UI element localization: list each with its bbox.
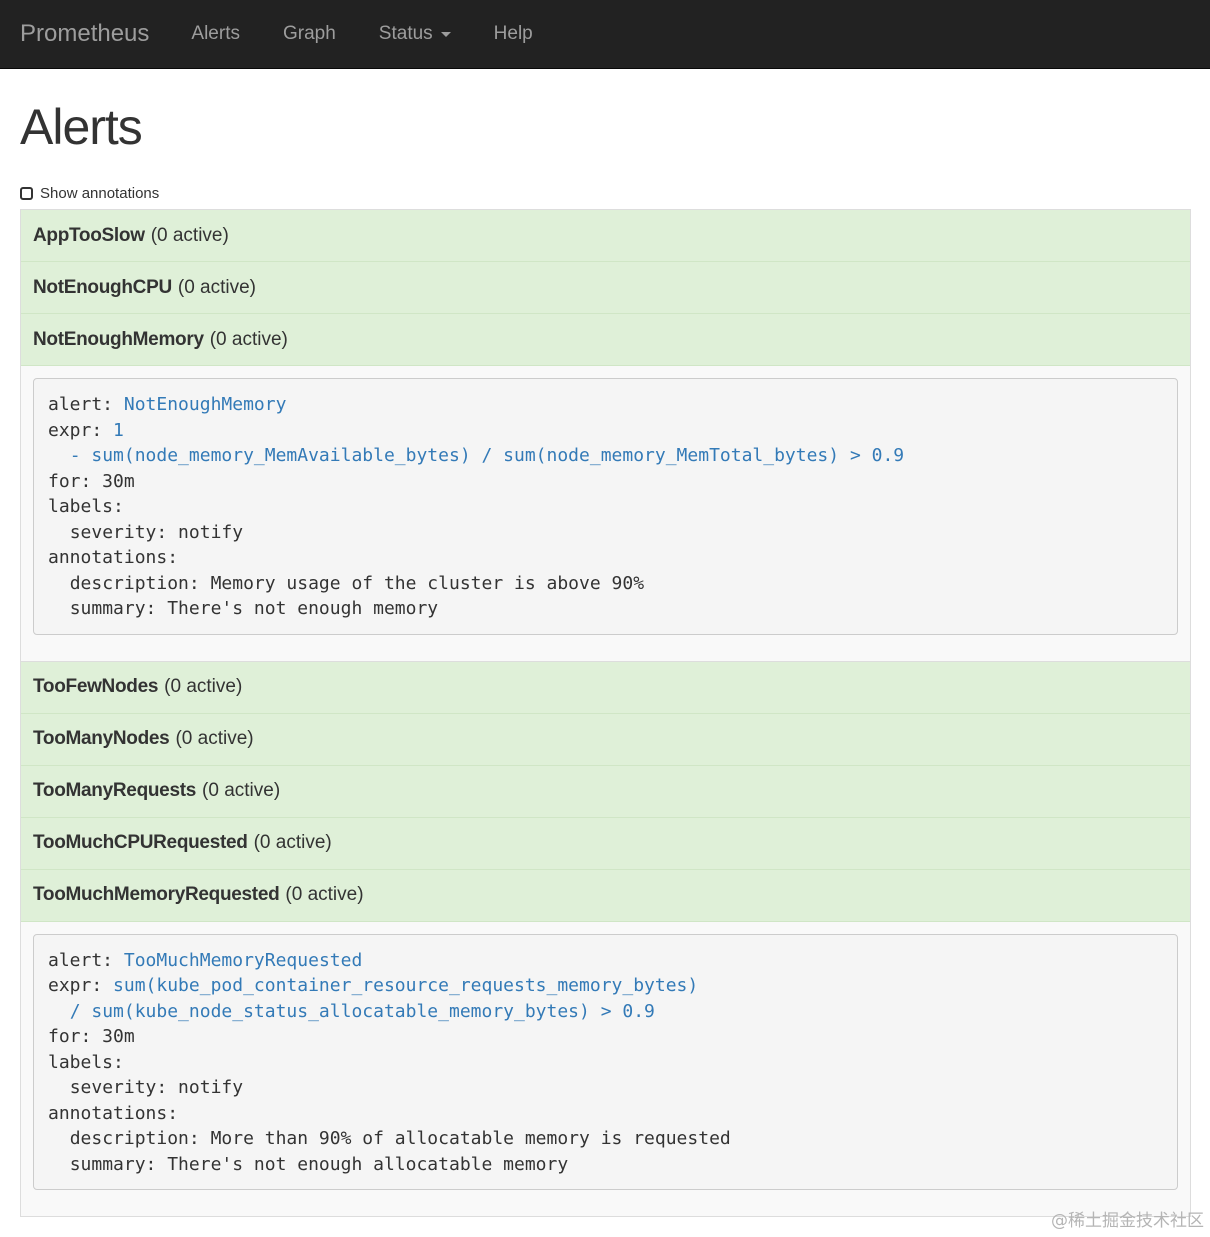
alert-status: (0 active) [164,676,243,697]
alert-name: NotEnoughCPU [33,276,172,298]
alert-name: TooMuchCPURequested [33,832,248,853]
alert-name: TooFewNodes [33,676,159,697]
rule-annotations: annotations: [48,1102,179,1124]
rule-definition: alert: TooMuchMemoryRequested expr: sum(… [33,933,1178,1190]
alert-status: (0 active) [150,224,229,246]
rule-summary: summary: There's not enough allocatable … [69,1153,569,1175]
rule-expr-link-2[interactable]: / sum(kube_node_status_allocatable_memor… [70,1001,655,1022]
nav-status-dropdown[interactable]: Status [379,23,451,45]
rule-annotations: annotations: [48,547,179,568]
alert-name: TooManyNodes [33,728,170,749]
page-title: Alerts [20,99,143,155]
alerts-table: AppTooSlow (0 active) NotEnoughCPU (0 ac… [20,209,1191,1217]
show-annotations-checkbox[interactable] [20,186,33,200]
alert-status: (0 active) [177,276,257,298]
alert-row-notenoughcpu[interactable]: NotEnoughCPU (0 active) [21,262,1190,314]
rule-alert-link[interactable]: NotEnoughMemory [124,394,287,415]
rule-description: description: Memory usage of the cluster… [69,572,645,594]
nav-help[interactable]: Help [494,23,533,45]
alert-row-toomanynodes[interactable]: TooManyNodes (0 active) [21,713,1190,766]
watermark: @稀土掘金技术社区 [1051,1211,1204,1231]
caret-down-icon [440,31,451,37]
rule-expr-key: expr: [48,975,103,996]
top-navbar: Prometheus Alerts Graph Status Help [0,0,1210,69]
nav-alerts[interactable]: Alerts [191,23,240,45]
alert-row-notenoughmemory[interactable]: NotEnoughMemory (0 active) [21,314,1190,366]
nav-graph[interactable]: Graph [283,23,336,45]
alert-status: (0 active) [209,328,288,350]
alert-status: (0 active) [253,832,332,853]
rule-summary: summary: There's not enough memory [69,598,439,619]
alert-status: (0 active) [285,884,364,905]
rule-alert-link[interactable]: TooMuchMemoryRequested [124,950,362,971]
alert-name: TooManyRequests [33,780,197,801]
rule-description: description: More than 90% of allocatabl… [69,1128,731,1149]
rule-labels: labels: [48,1051,124,1073]
alert-detail-toomuchmemoryrequested: alert: TooMuchMemoryRequested expr: sum(… [21,921,1190,1217]
show-annotations-toggle[interactable]: Show annotations [20,183,1191,203]
alert-status: (0 active) [175,728,254,749]
alert-detail-notenoughmemory: alert: NotEnoughMemory expr: 1 - sum(nod… [21,366,1190,662]
alert-status: (0 active) [202,780,281,801]
rule-expr-key: expr: [48,419,103,441]
show-annotations-label: Show annotations [40,184,160,202]
rule-expr-link-1[interactable]: sum(kube_pod_container_resource_requests… [113,975,698,996]
alert-row-apptooslow[interactable]: AppTooSlow (0 active) [21,210,1190,262]
rule-definition: alert: NotEnoughMemory expr: 1 - sum(nod… [33,378,1178,635]
alert-row-toomuchcpurequested[interactable]: TooMuchCPURequested (0 active) [21,817,1190,870]
alert-row-toomanyrequests[interactable]: TooManyRequests (0 active) [21,765,1190,818]
main-container: Alerts Show annotations AppTooSlow (0 ac… [0,99,1210,1217]
brand-link[interactable]: Prometheus [20,20,149,48]
rule-severity: severity: notify [69,521,244,543]
rule-alert-key: alert: [48,394,114,415]
rule-alert-key: alert: [48,949,114,971]
alert-row-toofewnodes[interactable]: TooFewNodes (0 active) [21,661,1190,714]
rule-for: for: 30m [48,1026,135,1047]
rule-for: for: 30m [48,470,135,492]
rule-expr-link-1[interactable]: 1 [113,420,124,441]
rule-severity: severity: notify [69,1077,244,1098]
alert-name: NotEnoughMemory [33,328,204,350]
alert-name: TooMuchMemoryRequested [33,884,280,905]
alert-row-toomuchmemoryrequested[interactable]: TooMuchMemoryRequested (0 active) [21,869,1190,922]
rule-expr-link-2[interactable]: - sum(node_memory_MemAvailable_bytes) / … [70,445,904,466]
alert-name: AppTooSlow [33,224,145,246]
rule-labels: labels: [48,496,124,517]
nav-status-label: Status [378,23,433,44]
